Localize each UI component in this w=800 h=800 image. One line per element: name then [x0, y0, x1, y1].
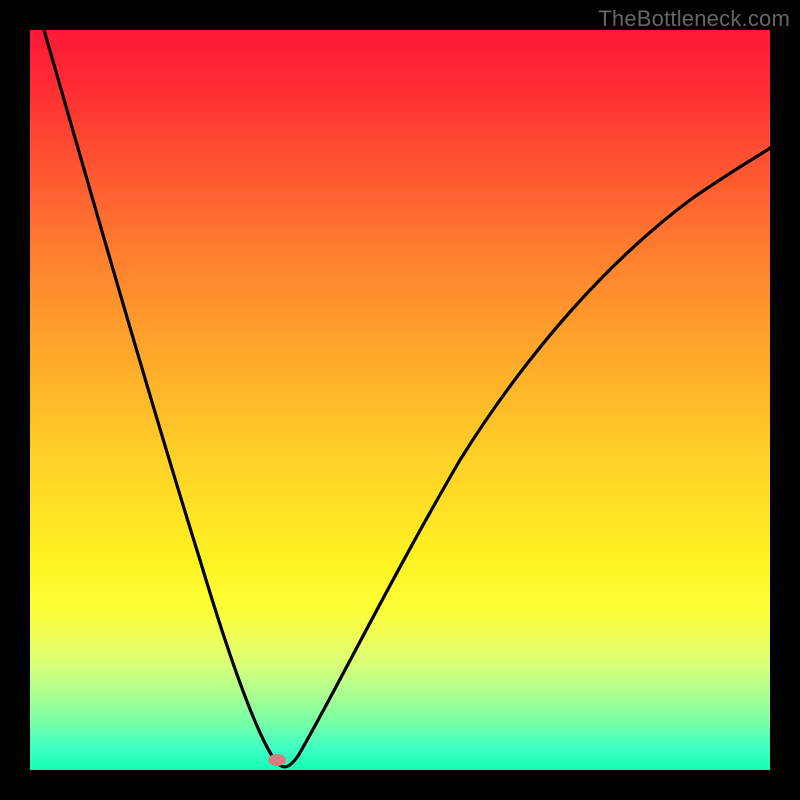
chart-plot-area — [30, 30, 770, 770]
watermark-text: TheBottleneck.com — [598, 6, 790, 32]
bottleneck-curve — [30, 30, 770, 770]
curve-path — [44, 30, 770, 767]
minimum-marker-dot — [268, 754, 286, 766]
